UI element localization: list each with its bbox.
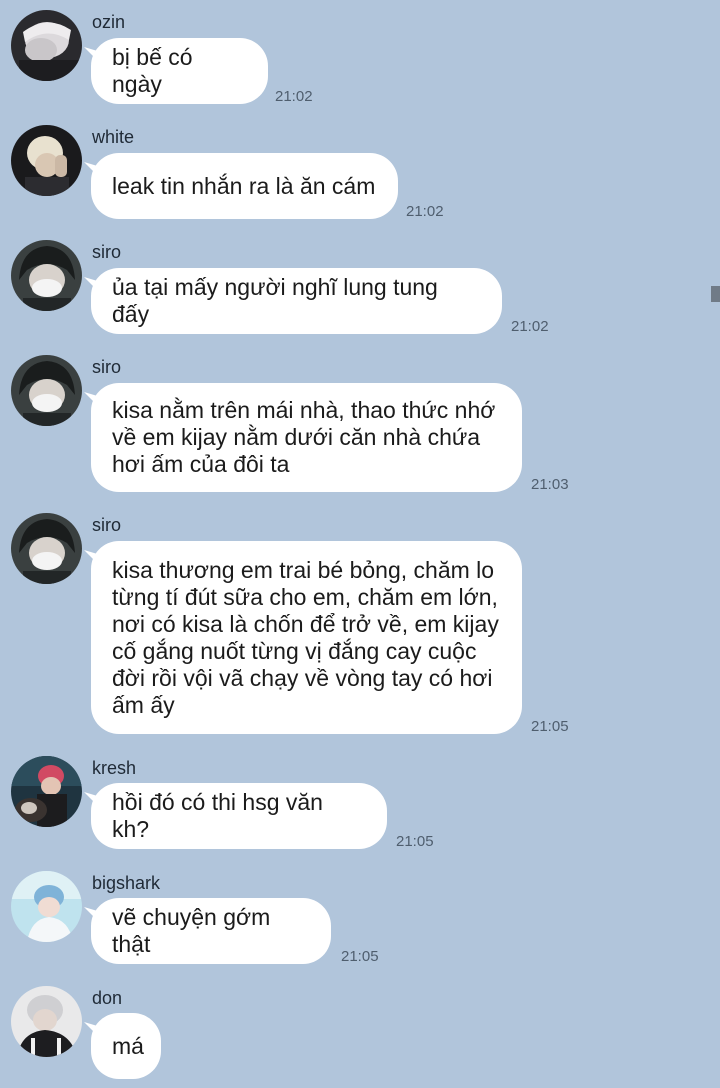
- avatar-don-icon: [11, 986, 82, 1057]
- sender-name: white: [92, 127, 135, 147]
- sender-name: siro: [92, 515, 122, 535]
- avatar-siro-icon: [11, 355, 82, 426]
- avatar[interactable]: [11, 871, 82, 942]
- message-time: 21:02: [275, 88, 313, 105]
- avatar[interactable]: [11, 986, 82, 1057]
- message-text: kisa nằm trên mái nhà, thao thức nhớ về …: [112, 397, 496, 477]
- message-bubble[interactable]: vẽ chuyện gớm thật: [91, 898, 331, 964]
- message-time: 21:05: [341, 948, 379, 965]
- sender-name: kresh: [92, 758, 137, 778]
- sender-name: bigshark: [92, 873, 161, 893]
- avatar[interactable]: [11, 513, 82, 584]
- sender-name: siro: [92, 357, 122, 377]
- message-bubble[interactable]: kisa thương em trai bé bỏng, chăm lo từn…: [91, 541, 522, 734]
- avatar[interactable]: [11, 756, 82, 827]
- sender-name: ozin: [92, 12, 126, 32]
- message-time: 21:03: [531, 476, 569, 493]
- message-bubble[interactable]: má: [91, 1013, 161, 1079]
- scrollbar-handle[interactable]: [711, 286, 720, 302]
- message-text: leak tin nhắn ra là ăn cám: [112, 172, 376, 199]
- message-bubble[interactable]: ủa tại mấy người nghĩ lung tung đấy: [91, 268, 502, 334]
- avatar-kresh-icon: [11, 756, 82, 827]
- message-time: 21:05: [531, 718, 569, 735]
- message-text: bị bế có ngày: [112, 44, 193, 97]
- message-text: vẽ chuyện gớm thật: [112, 904, 271, 957]
- message-time: 21:02: [406, 203, 444, 220]
- chat-message-list[interactable]: ozin bị bế có ngày 21:02 white leak tin …: [0, 0, 720, 1088]
- avatar-white-icon: [11, 125, 82, 196]
- message-bubble[interactable]: bị bế có ngày: [91, 38, 268, 104]
- message-bubble[interactable]: hồi đó có thi hsg văn kh?: [91, 783, 387, 849]
- message-text: hồi đó có thi hsg văn kh?: [112, 789, 323, 842]
- avatar-siro-icon: [11, 240, 82, 311]
- sender-name: don: [92, 988, 123, 1008]
- sender-name: siro: [92, 242, 122, 262]
- message-text: ủa tại mấy người nghĩ lung tung đấy: [112, 274, 438, 327]
- message-time: 21:02: [511, 318, 549, 335]
- avatar-siro-icon: [11, 513, 82, 584]
- avatar-bigshark-icon: [11, 871, 82, 942]
- message-bubble[interactable]: kisa nằm trên mái nhà, thao thức nhớ về …: [91, 383, 522, 492]
- avatar-ozin-icon: [11, 10, 82, 81]
- message-text: kisa thương em trai bé bỏng, chăm lo từn…: [112, 556, 499, 718]
- message-time: 21:05: [396, 833, 434, 850]
- avatar[interactable]: [11, 240, 82, 311]
- avatar[interactable]: [11, 10, 82, 81]
- avatar[interactable]: [11, 355, 82, 426]
- message-bubble[interactable]: leak tin nhắn ra là ăn cám: [91, 153, 398, 219]
- avatar[interactable]: [11, 125, 82, 196]
- message-text: má: [112, 1032, 144, 1059]
